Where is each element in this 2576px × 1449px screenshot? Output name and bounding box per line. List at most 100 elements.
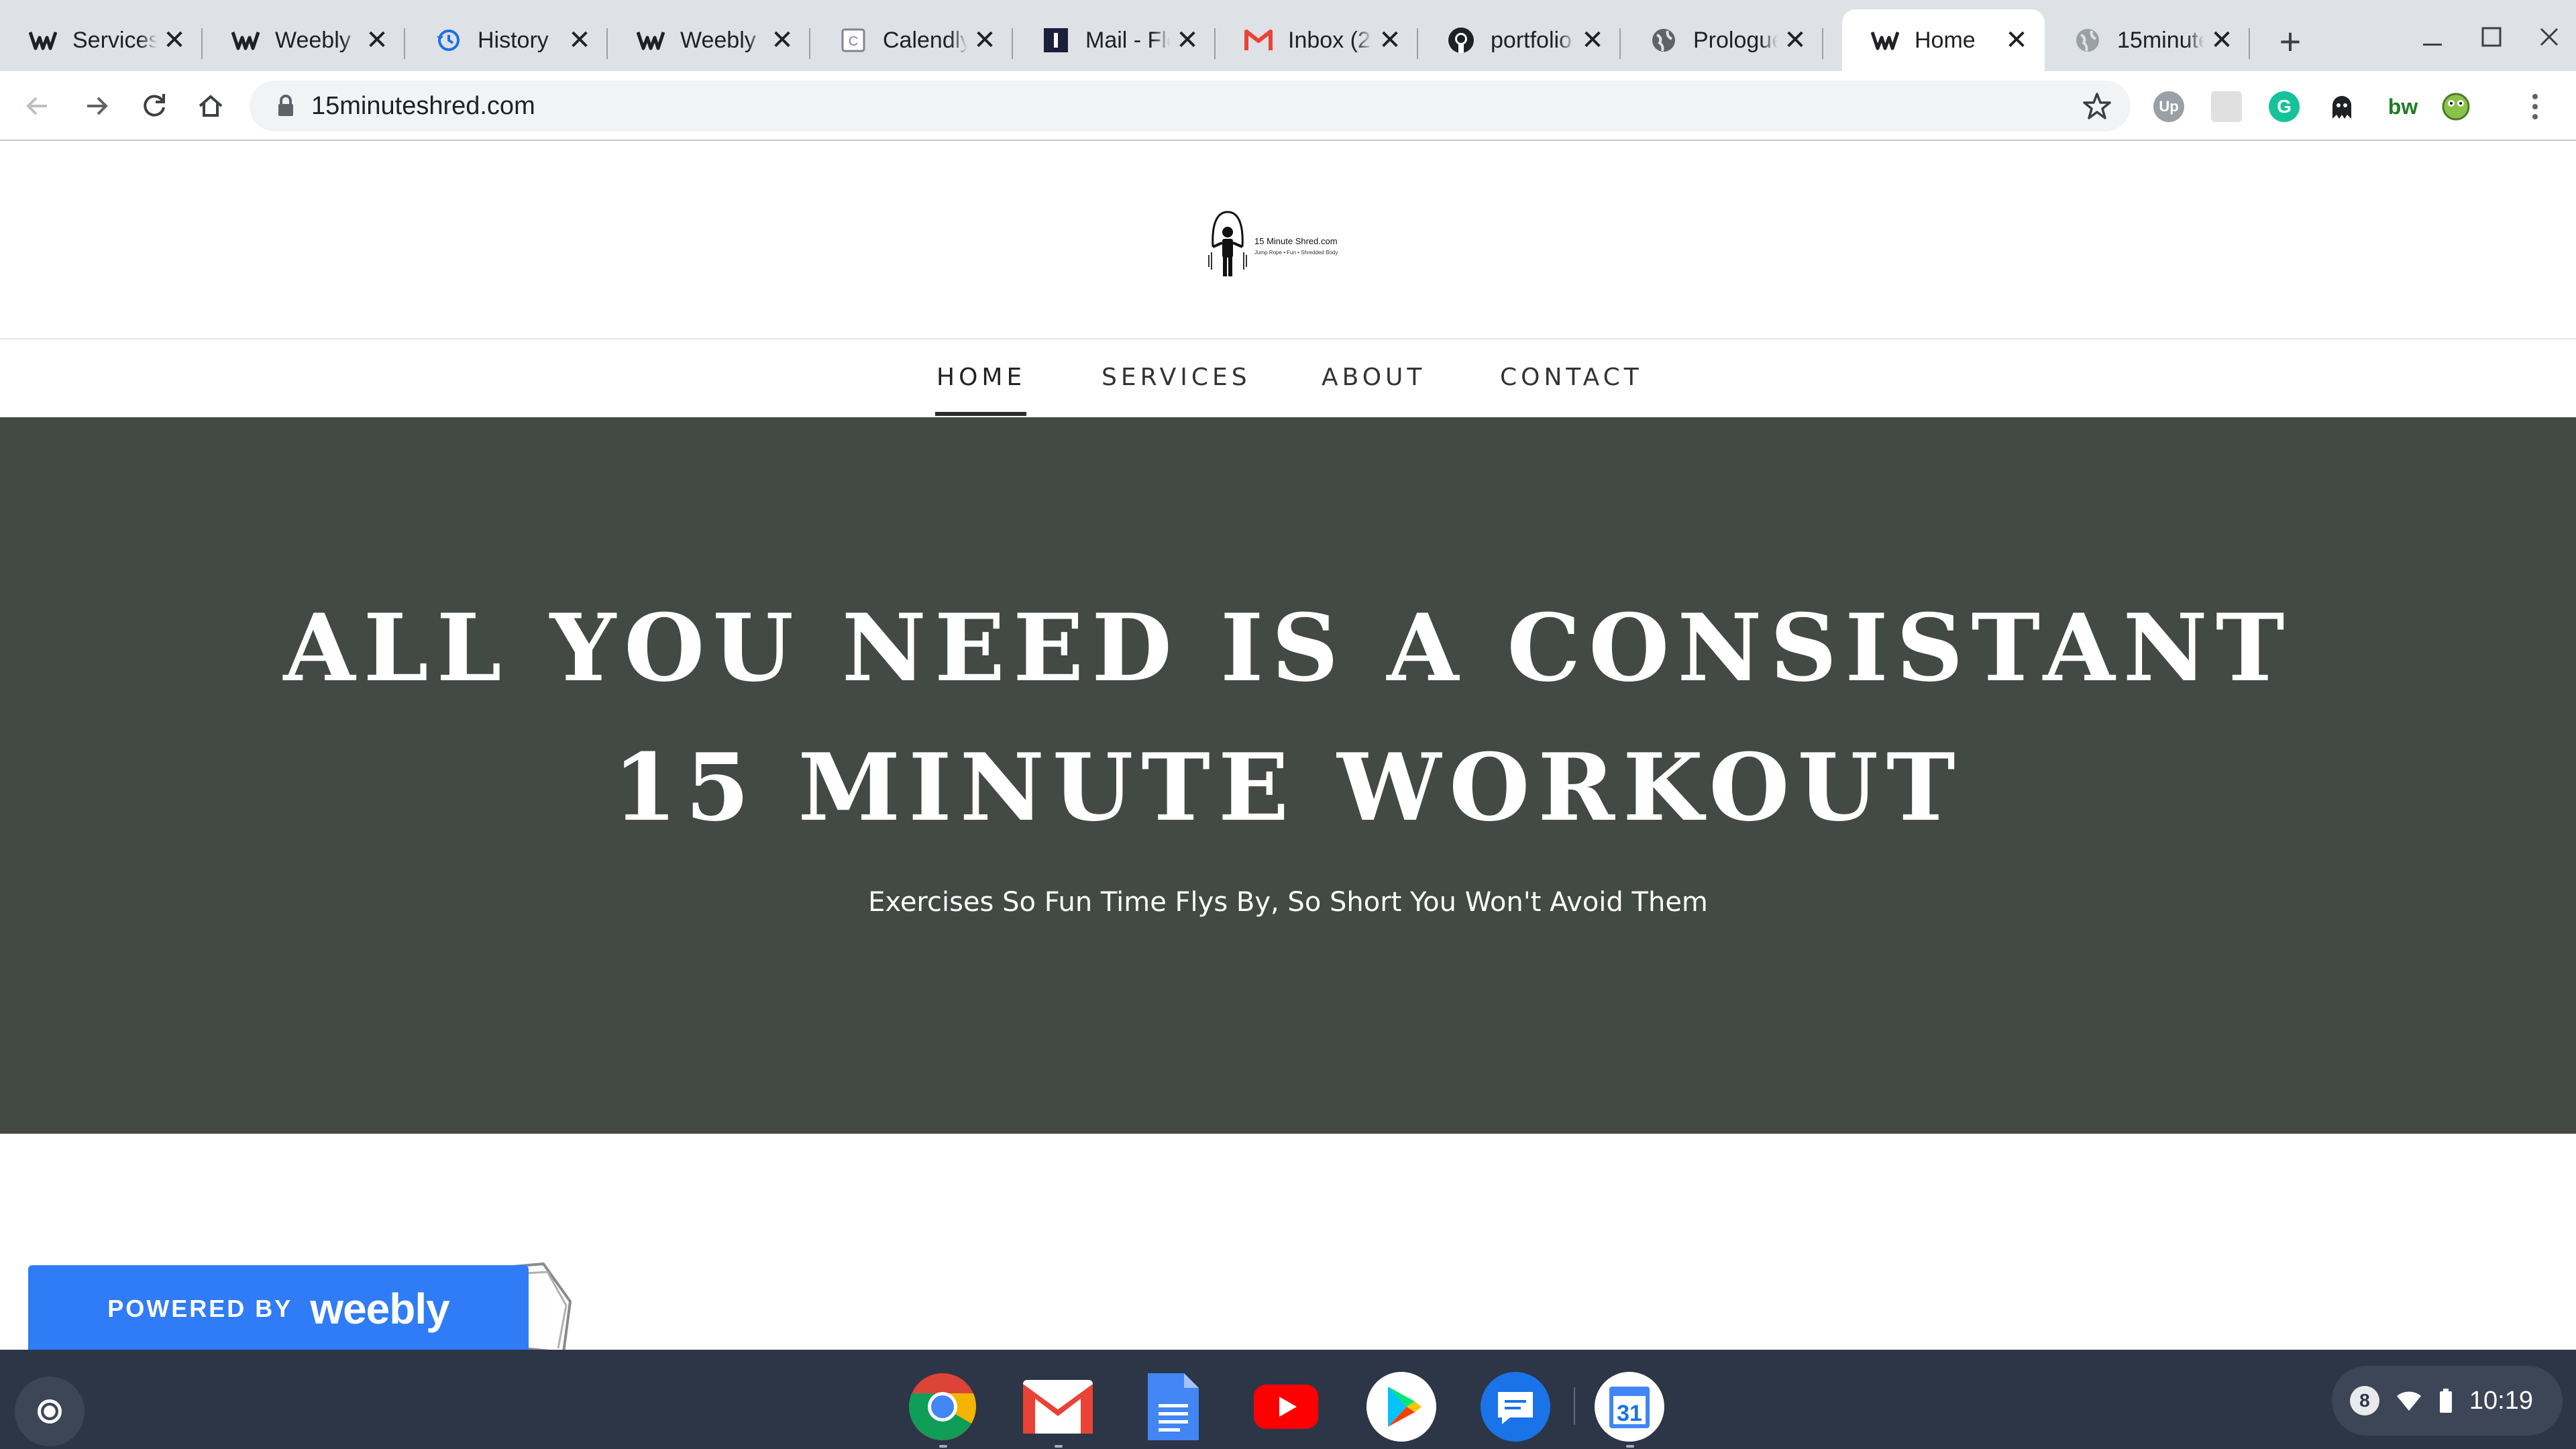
hero-title-line-2: 15 MINUTE WORKOUT [612, 733, 1964, 842]
hero-subtitle: Exercises So Fun Time Flys By, So Short … [868, 887, 1708, 918]
ghostery-icon[interactable] [2326, 91, 2357, 122]
system-tray[interactable]: 8 10:19 [2332, 1366, 2563, 1436]
url-text[interactable]: 15minuteshred.com [311, 92, 535, 121]
gmail-app[interactable] [1021, 1370, 1095, 1448]
close-icon[interactable]: ✕ [769, 25, 796, 55]
back-button[interactable] [19, 87, 56, 125]
tab-portfolio[interactable]: portfolio ✕ [1418, 9, 1621, 71]
weebly-icon [1870, 25, 1900, 55]
youtube-icon [1254, 1385, 1318, 1429]
home-button[interactable] [192, 87, 229, 125]
tab-mail[interactable]: Mail - Flo ✕ [1013, 9, 1216, 71]
tab-history[interactable]: History ✕ [405, 9, 608, 71]
close-icon[interactable]: ✕ [566, 25, 593, 55]
reload-button[interactable] [136, 87, 173, 125]
maximize-button[interactable] [2471, 20, 2512, 54]
running-indicator [939, 1445, 947, 1448]
window-close-button[interactable] [2529, 20, 2569, 54]
chrome-app[interactable] [906, 1370, 979, 1448]
forward-button[interactable] [78, 87, 115, 125]
tab-inbox[interactable]: Inbox (2,1 ✕ [1216, 9, 1418, 71]
nav-about[interactable]: ABOUT [1322, 364, 1426, 391]
tab-title: Inbox (2,1 [1288, 27, 1373, 53]
powered-by-weebly-badge[interactable]: POWERED BY weebly [28, 1265, 529, 1352]
weebly-icon [231, 25, 260, 55]
close-icon[interactable]: ✕ [1377, 25, 1403, 55]
messages-app[interactable] [1479, 1370, 1552, 1444]
tab-separator [1822, 28, 1823, 59]
gmail-icon [1244, 25, 1273, 55]
bookmark-star-icon[interactable] [2082, 91, 2112, 121]
upwork-icon[interactable]: Up [2153, 91, 2184, 122]
browser-menu-button[interactable] [2525, 91, 2545, 122]
nav-home[interactable]: HOME [936, 364, 1026, 391]
svg-text:C: C [849, 34, 858, 49]
docs-app[interactable] [1136, 1370, 1210, 1444]
tab-separator [2249, 28, 2250, 59]
tab-strip: Services ✕ Weebly ✕ History ✕ Weebly ✕ C… [0, 0, 2576, 71]
close-icon[interactable]: ✕ [161, 25, 188, 55]
hero-banner: ALL YOU NEED IS A CONSISTANT 15 MINUTE W… [0, 417, 2576, 1134]
weebly-icon [636, 25, 665, 55]
tab-weebly[interactable]: Weebly ✕ [203, 9, 405, 71]
notification-count-badge[interactable]: 8 [2349, 1386, 2379, 1415]
new-tab-button[interactable]: + [2271, 23, 2309, 60]
tab-weebly-2[interactable]: Weebly ✕ [608, 9, 810, 71]
nav-contact[interactable]: CONTACT [1500, 364, 1643, 391]
tab-title: 15minute [2117, 27, 2204, 53]
github-icon [1446, 25, 1476, 55]
messages-icon [1481, 1372, 1550, 1442]
minimize-button[interactable] [2412, 20, 2453, 54]
nav-services[interactable]: SERVICES [1102, 364, 1251, 391]
logo-tagline: Jump Rope • Fun • Shredded Body [1254, 250, 1338, 256]
grammarly-icon[interactable]: G [2269, 91, 2300, 122]
close-icon[interactable]: ✕ [1174, 25, 1201, 55]
lock-icon [278, 95, 293, 116]
running-indicator [1055, 1445, 1063, 1448]
history-icon [433, 25, 463, 55]
tab-prologue[interactable]: Prologue ✕ [1621, 9, 1823, 71]
gmail-icon [1023, 1380, 1093, 1434]
chrome-icon [908, 1373, 976, 1440]
tab-15minute[interactable]: 15minute ✕ [2045, 9, 2250, 71]
running-indicator [1626, 1445, 1634, 1448]
tab-title: Weebly [275, 27, 351, 53]
tab-title: Services [72, 27, 157, 53]
menu-dot [2532, 104, 2538, 109]
clock-time[interactable]: 10:19 [2469, 1387, 2533, 1415]
site-logo[interactable]: 15 Minute Shred.com Jump Rope • Fun • Sh… [1205, 208, 1366, 286]
close-icon[interactable]: ✕ [2208, 25, 2235, 55]
youtube-app[interactable] [1249, 1370, 1323, 1444]
maximize-icon [2481, 27, 2502, 47]
tab-services[interactable]: Services ✕ [0, 9, 203, 71]
globe-icon [2073, 25, 2102, 55]
tab-calendly[interactable]: C Calendly ✕ [810, 9, 1013, 71]
play-store-app[interactable] [1364, 1370, 1438, 1444]
extension-placeholder-icon[interactable] [2211, 91, 2242, 122]
globe-icon [1649, 25, 1678, 55]
tab-title: Calendly [883, 27, 967, 53]
powered-by-label: POWERED BY [107, 1295, 293, 1322]
hero-title: ALL YOU NEED IS A CONSISTANT 15 MINUTE W… [0, 578, 2576, 857]
weebly-icon [28, 25, 58, 55]
bw-icon[interactable]: bw [2383, 91, 2423, 122]
arrow-left-icon [26, 97, 47, 115]
tab-title: Home [1915, 27, 1976, 53]
omnibox[interactable]: 15minuteshred.com [250, 80, 2131, 131]
site-navigation: HOME SERVICES ABOUT CONTACT [0, 339, 2576, 417]
close-icon [2540, 28, 2559, 46]
close-icon[interactable]: ✕ [971, 25, 998, 55]
close-icon[interactable]: ✕ [364, 25, 390, 55]
tab-home-active[interactable]: Home ✕ [1842, 9, 2045, 71]
calendar-app[interactable]: 31 [1593, 1370, 1666, 1448]
docs-icon [1148, 1373, 1199, 1440]
close-icon[interactable]: ✕ [2003, 25, 2030, 55]
weebly-wordmark: weebly [310, 1285, 449, 1333]
close-icon[interactable]: ✕ [1782, 25, 1809, 55]
close-icon[interactable]: ✕ [1579, 25, 1606, 55]
play-store-icon [1366, 1372, 1436, 1442]
calendly-icon: C [839, 25, 868, 55]
frog-icon[interactable] [2440, 91, 2471, 122]
logo-title: 15 Minute Shred.com [1254, 236, 1338, 246]
launcher-button[interactable] [15, 1377, 85, 1446]
